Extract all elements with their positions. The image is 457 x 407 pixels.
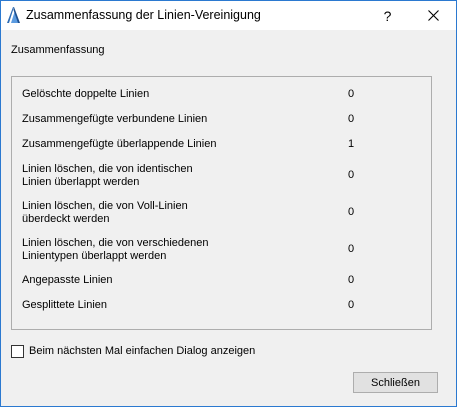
close-icon [428, 10, 439, 21]
summary-row-value: 0 [348, 169, 355, 181]
summary-row-value: 0 [348, 206, 355, 218]
summary-row-value: 0 [348, 113, 355, 125]
window-close-button[interactable] [411, 1, 456, 30]
help-button[interactable]: ? [365, 1, 410, 30]
archicad-icon [5, 6, 21, 24]
close-button-label: Schließen [371, 376, 420, 389]
summary-row-label: Linien löschen, die von Voll-Linien über… [22, 200, 188, 225]
summary-row-label: Linien löschen, die von identischen Lini… [22, 163, 193, 188]
close-button[interactable]: Schließen [353, 372, 438, 393]
help-icon: ? [383, 7, 392, 24]
summary-row-label: Angepasste Linien [22, 274, 113, 286]
summary-group-box: Gelöschte doppelte Linien 0 Zusammengefü… [11, 76, 432, 330]
simple-dialog-checkbox[interactable] [11, 344, 24, 358]
summary-row-label: Zusammengefügte überlappende Linien [22, 138, 217, 150]
simple-dialog-checkbox-label[interactable]: Beim nächsten Mal einfachen Dialog anzei… [29, 345, 255, 357]
summary-row-label: Gelöschte doppelte Linien [22, 88, 150, 100]
summary-row-value: 0 [348, 274, 355, 286]
dialog-window: Zusammenfassung der Linien-Vereinigung ?… [0, 0, 457, 407]
summary-row-label: Linien löschen, die von verschiedenen Li… [22, 237, 209, 262]
summary-row-value: 0 [348, 88, 355, 100]
title-bar[interactable]: Zusammenfassung der Linien-Vereinigung ? [1, 1, 456, 30]
summary-row-label: Gesplittete Linien [22, 299, 107, 311]
simple-dialog-checkbox-row[interactable]: Beim nächsten Mal einfachen Dialog anzei… [11, 344, 255, 358]
summary-row-label: Zusammengefügte verbundene Linien [22, 113, 208, 125]
summary-row-value: 0 [348, 243, 355, 255]
summary-row-value: 0 [348, 299, 355, 311]
summary-row-value: 1 [348, 138, 355, 150]
window-title: Zusammenfassung der Linien-Vereinigung [26, 8, 261, 22]
summary-heading: Zusammenfassung [11, 44, 105, 56]
